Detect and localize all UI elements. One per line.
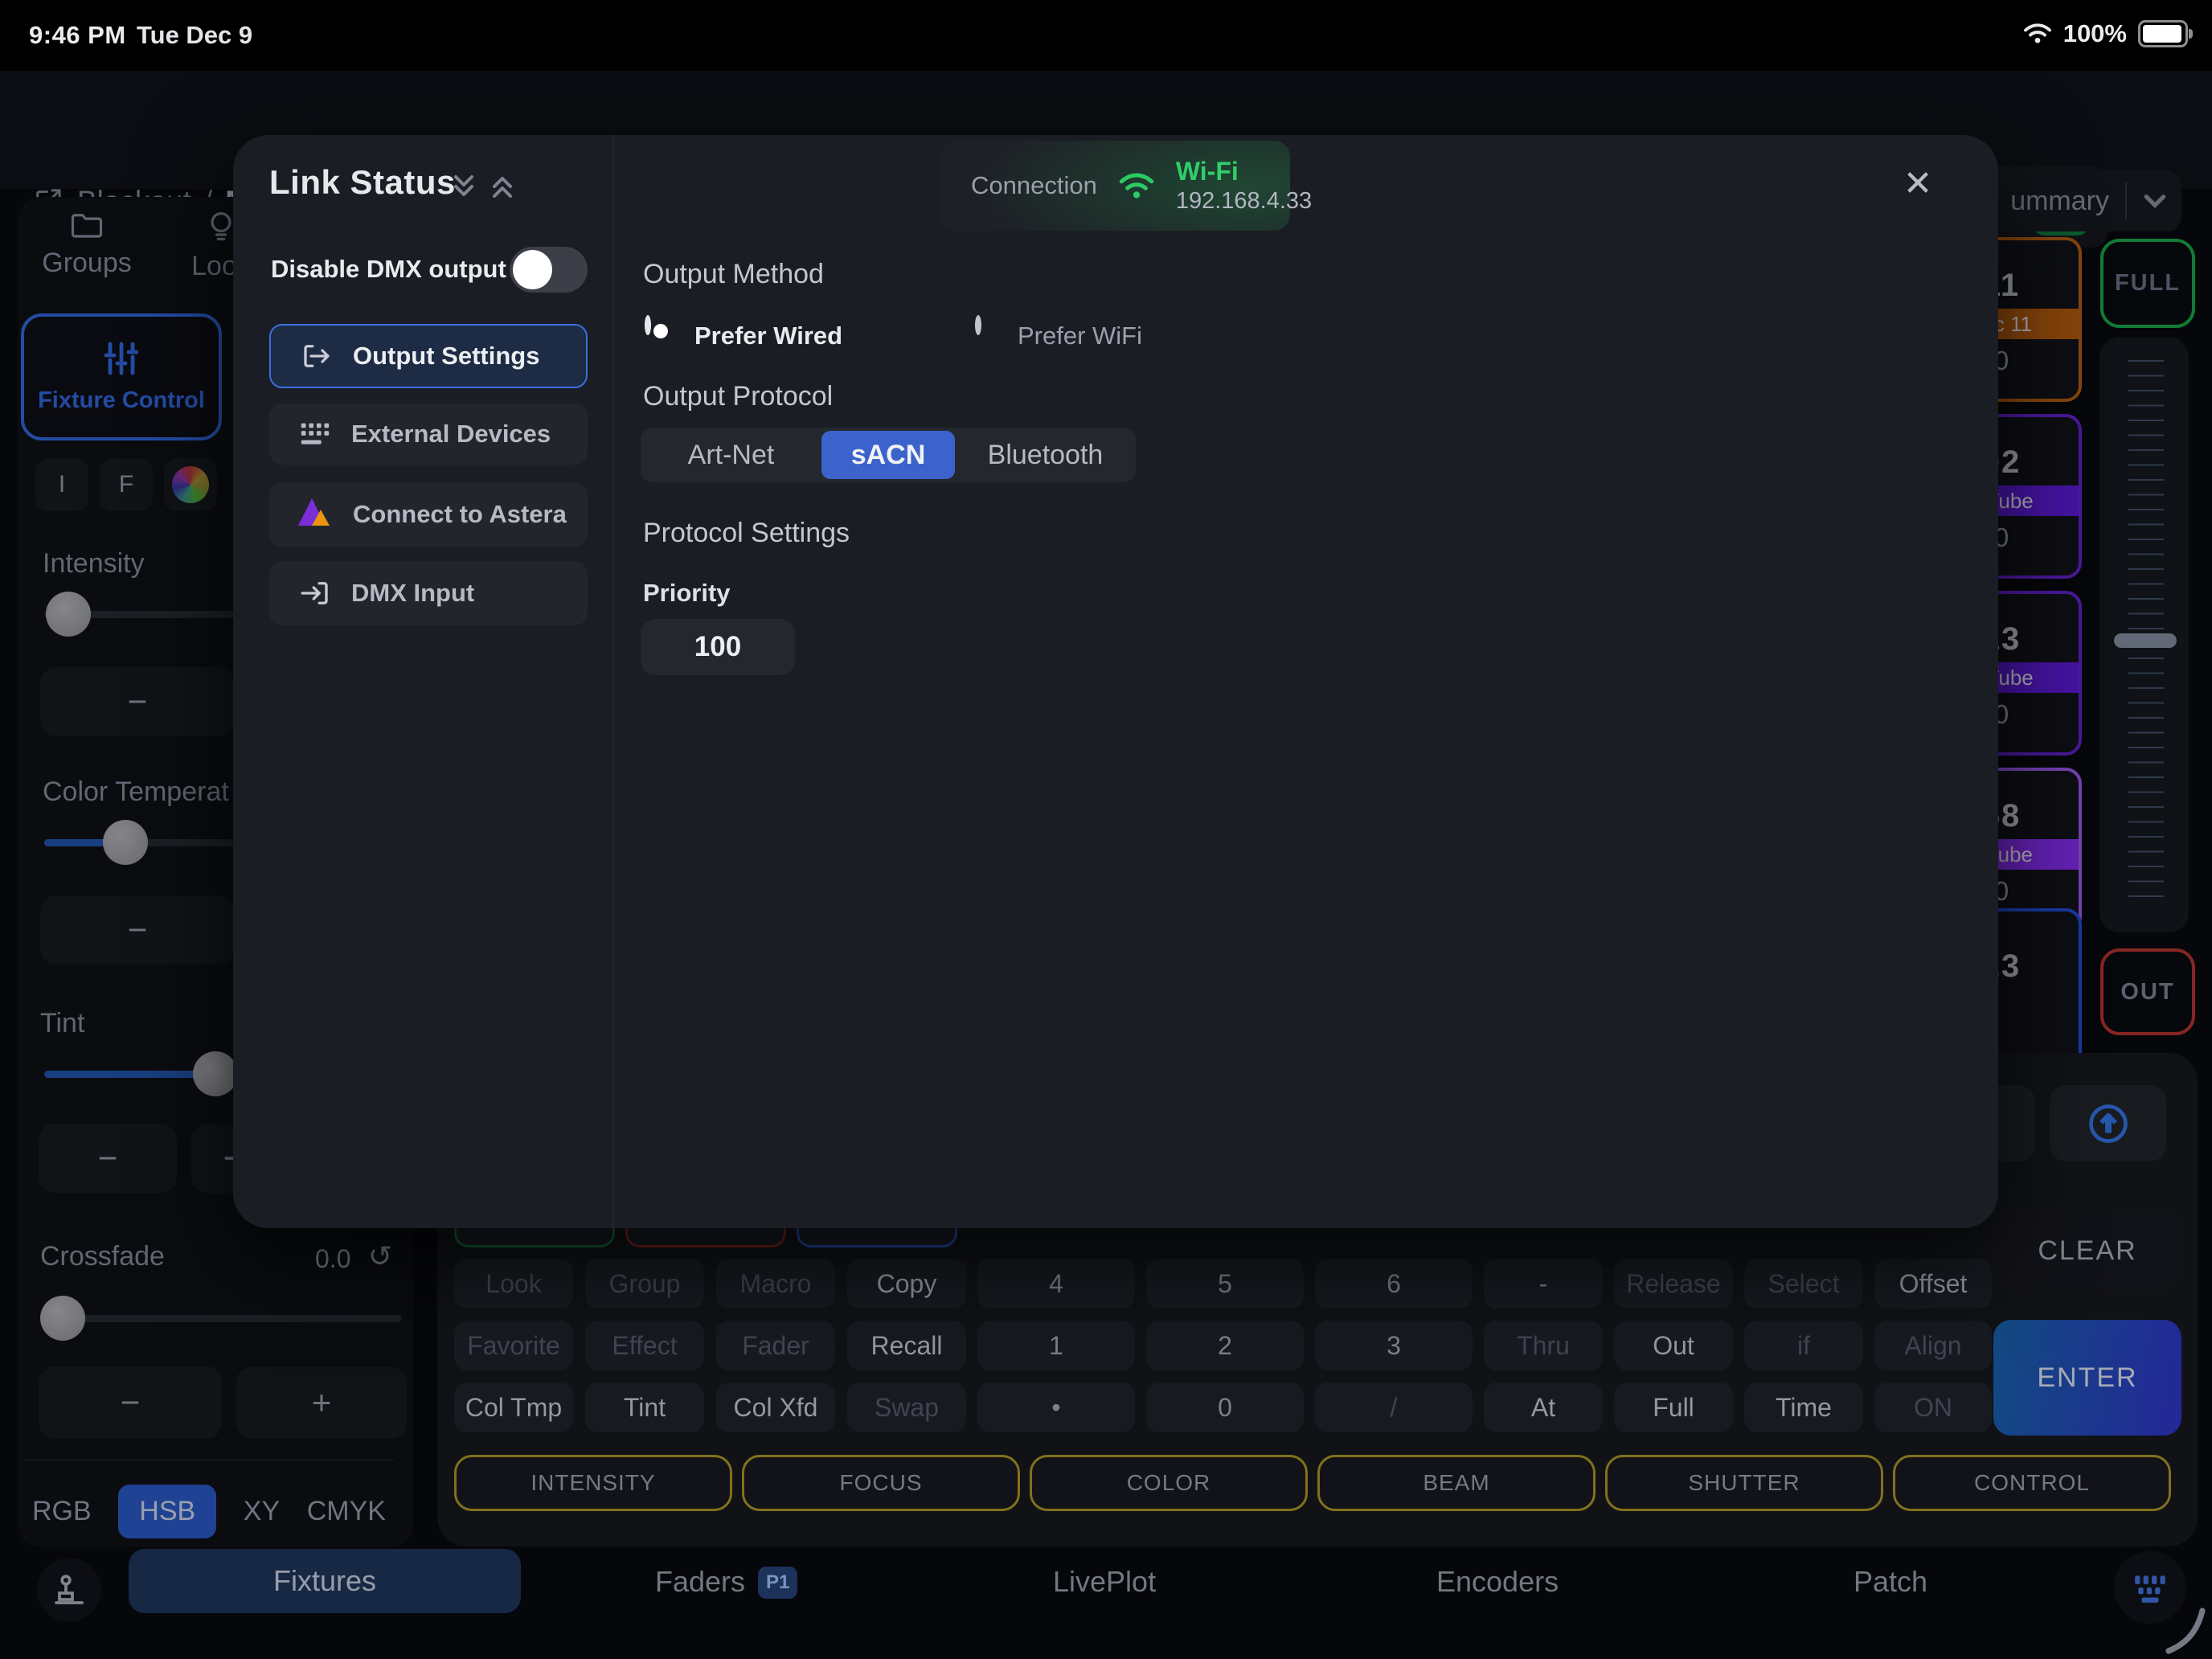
output-method-title: Output Method [643,259,824,290]
disable-dmx-label: Disable DMX output [271,255,506,284]
radio-prefer-wifi[interactable] [975,315,981,335]
radio-prefer-wired[interactable] [645,315,651,335]
ios-status-bar: 9:46 PM Tue Dec 9 100% [0,0,2212,71]
chevrons-down-icon[interactable] [450,172,477,201]
protocol-sacn[interactable]: sACN [821,431,955,479]
chevrons-up-icon[interactable] [489,172,516,201]
priority-label: Priority [643,579,731,608]
priority-value-field[interactable]: 100 [641,619,795,675]
collapse-controls[interactable] [450,172,516,201]
connection-status[interactable]: Connection Wi-Fi 192.168.4.33 [940,141,1290,231]
modal-pane-divider [612,135,614,1228]
link-status-modal [233,135,1998,1228]
modal-title: Link Status [269,163,456,202]
battery-percent: 100% [2063,19,2127,48]
menu-output-settings[interactable]: Output Settings [269,324,588,388]
protocol-artnet[interactable]: Art-Net [641,428,821,482]
wifi-icon [1116,169,1157,203]
menu-connect-astera[interactable]: Connect to Astera [269,482,588,547]
connection-ip: 192.168.4.33 [1176,188,1312,215]
clock-time: 9:46 PM [29,21,126,50]
close-icon[interactable]: ✕ [1894,159,1942,207]
protocol-settings-title: Protocol Settings [643,518,850,549]
protocol-bluetooth[interactable]: Bluetooth [955,428,1136,482]
connection-type: Wi-Fi [1176,157,1312,186]
protocol-segmented-control: Art-Net sACN Bluetooth [641,428,1136,482]
battery-icon [2138,20,2188,47]
wifi-status-icon [2023,23,2052,45]
menu-dmx-input[interactable]: DMX Input [269,561,588,625]
prefer-wired-label[interactable]: Prefer Wired [694,322,842,350]
disable-dmx-toggle[interactable] [510,247,588,293]
menu-external-devices[interactable]: External Devices [269,403,588,465]
clock-date: Tue Dec 9 [137,21,252,50]
prefer-wifi-label[interactable]: Prefer WiFi [1018,322,1142,350]
astera-logo-icon [298,498,334,530]
keyboard-keys-icon [298,420,332,449]
input-arrow-icon [298,576,332,610]
output-protocol-title: Output Protocol [643,381,833,412]
output-arrow-icon [300,339,334,373]
